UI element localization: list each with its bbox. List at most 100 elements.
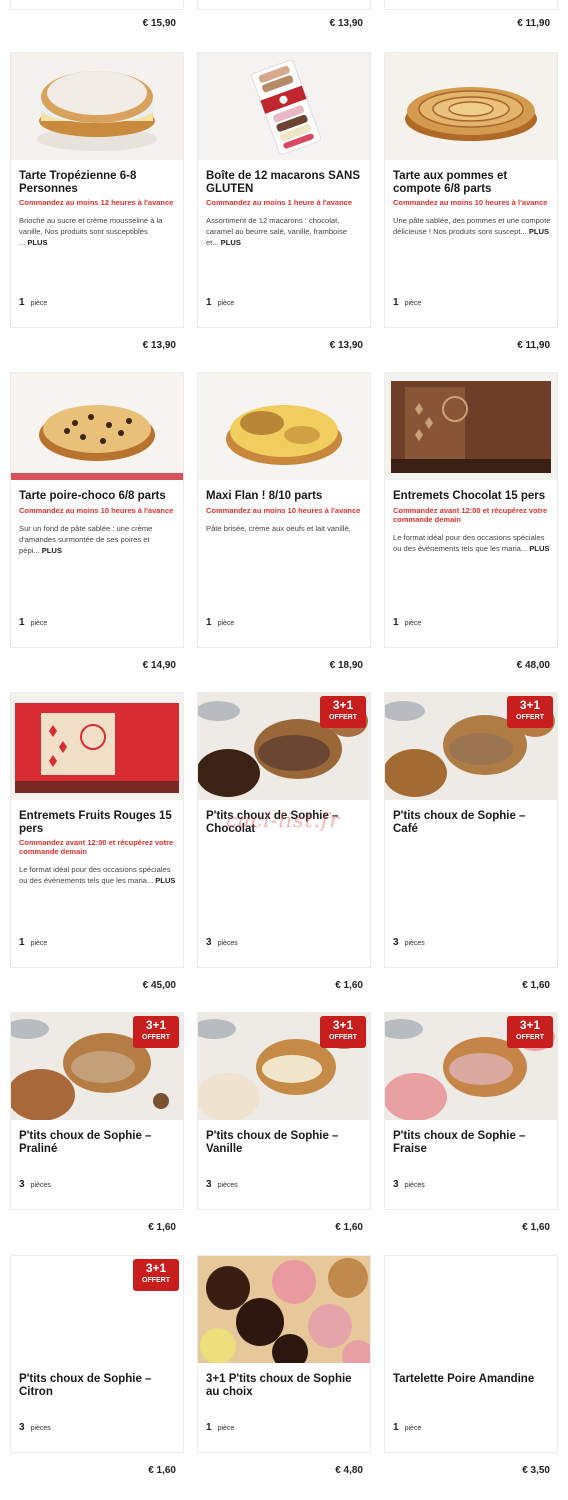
product-title[interactable]: Tarte poire-choco 6/8 parts [19, 490, 177, 503]
product-card[interactable]: Tarte Tropézienne 6-8 Personnes Commande… [10, 52, 184, 328]
product-card[interactable]: 3+1 OFFERT P'tits choux de Sophie – Citro… [10, 1255, 184, 1453]
quantity-selector[interactable]: 3 pièces [19, 1422, 51, 1433]
offer-badge: 3+1 OFFERT [320, 696, 366, 728]
product-image-choux-assortment[interactable] [198, 1256, 370, 1363]
product-description: Pâte brisée, crème aux oeufs et lait van… [206, 523, 364, 534]
product-card[interactable]: Tartelette Poire Amandine 1 pièce [384, 1255, 558, 1453]
product-title[interactable]: Maxi Flan ! 8/10 parts [206, 490, 364, 503]
product-image-choux-vanilla[interactable]: 3+1 OFFERT [198, 1013, 370, 1120]
product-price: € 13,90 [142, 340, 176, 351]
product-title[interactable]: P'tits choux de Sophie – Café [393, 810, 551, 835]
quantity-value: 3 [19, 1422, 25, 1433]
product-title[interactable]: Entremets Fruits Rouges 15 pers [19, 810, 177, 835]
quantity-selector[interactable]: 1 pièce [206, 617, 234, 628]
description-text: Sur un fond de pâte sablée : une crème d… [19, 523, 153, 555]
product-title[interactable]: P'tits choux de Sophie – Citron [19, 1373, 177, 1398]
product-price: € 1,60 [148, 1222, 176, 1233]
product-card[interactable]: Tarte poire-choco 6/8 parts Commandez au… [10, 372, 184, 648]
product-image-choux-coffee[interactable]: 3+1 OFFERT [385, 693, 557, 800]
quantity-unit: pièce [30, 940, 48, 947]
product-card[interactable]: Entremets Fruits Rouges 15 pers Commande… [10, 692, 184, 968]
product-image-choux-strawberry[interactable]: 3+1 OFFERT [385, 1013, 557, 1120]
quantity-selector[interactable]: 1 pièce [19, 617, 47, 628]
quantity-selector[interactable]: 3 pièces [19, 1179, 51, 1190]
product-card[interactable]: Boîte de 12 macarons SANS GLUTEN Command… [197, 52, 371, 328]
more-link[interactable]: PLUS [155, 876, 175, 885]
product-title[interactable]: Tartelette Poire Amandine [393, 1373, 551, 1386]
quantity-selector[interactable]: 1 pièce [206, 1422, 234, 1433]
previous-card-edge [384, 0, 558, 10]
product-title[interactable]: Entremets Chocolat 15 pers [393, 490, 551, 503]
quantity-unit: pièces [30, 1425, 51, 1432]
quantity-selector[interactable]: 3 pièces [206, 1179, 238, 1190]
quantity-selector[interactable]: 3 pièces [393, 937, 425, 948]
quantity-selector[interactable]: 3 pièces [206, 937, 238, 948]
quantity-unit: pièce [404, 300, 422, 307]
quantity-unit: pièce [217, 620, 235, 627]
more-link[interactable]: PLUS [27, 238, 47, 247]
product-title[interactable]: P'tits choux de Sophie – Fraise [393, 1130, 551, 1155]
product-grid: Tarte Tropézienne 6-8 Personnes Commande… [10, 52, 558, 1495]
product-title[interactable]: 3+1 P'tits choux de Sophie au choix [206, 1373, 364, 1398]
product-image-macaron-box[interactable] [198, 53, 370, 160]
quantity-selector[interactable]: 1 pièce [206, 297, 234, 308]
product-card[interactable]: Entremets Chocolat 15 pers Commandez ava… [384, 372, 558, 648]
product-image-red-fruit-entremets[interactable] [11, 693, 183, 800]
order-warning: Commandez au moins 10 heures à l'avance [19, 505, 174, 515]
product-card[interactable]: 3+1 OFFERT P'tits choux de Sophie – Vanil… [197, 1012, 371, 1210]
product-price: € 1,60 [148, 1465, 176, 1476]
order-warning: Commandez au moins 10 heures à l'avance [393, 198, 548, 207]
product-image-choux-chocolate[interactable]: 3+1 OFFERT [198, 693, 370, 800]
product-card[interactable]: 3+1 P'tits choux de Sophie au choix 1 piè… [197, 1255, 371, 1453]
offer-badge: 3+1 OFFERT [133, 1259, 179, 1291]
offer-badge-label: OFFERT [142, 1034, 170, 1041]
product-card[interactable]: Maxi Flan ! 8/10 parts Commandez au moin… [197, 372, 371, 648]
product-card[interactable]: 3+1 OFFERT P'tits choux de Sophie – Café … [384, 692, 558, 968]
more-link[interactable]: PLUS [42, 546, 62, 555]
product-title[interactable]: Tarte aux pommes et compote 6/8 parts [393, 170, 551, 195]
product-description: Assortiment de 12 macarons : chocolat, c… [206, 215, 364, 248]
product-image-chocolate-entremets[interactable] [385, 373, 557, 480]
product-image-choux-praline[interactable]: 3+1 OFFERT [11, 1013, 183, 1120]
product-title[interactable]: P'tits choux de Sophie – Praliné [19, 1130, 177, 1155]
product-title[interactable]: Boîte de 12 macarons SANS GLUTEN [206, 170, 364, 195]
product-image-tropezienne[interactable] [11, 53, 183, 160]
quantity-unit: pièce [217, 300, 235, 307]
order-warning: Commandez au moins 12 heures à l'avance [19, 198, 174, 207]
offer-badge: 3+1 OFFERT [320, 1016, 366, 1048]
product-price: € 4,80 [335, 1465, 363, 1476]
quantity-value: 1 [393, 297, 399, 308]
quantity-selector[interactable]: 1 pièce [393, 1422, 421, 1433]
more-link[interactable]: PLUS [529, 227, 549, 236]
offer-badge: 3+1 OFFERT [133, 1016, 179, 1048]
product-row: Tarte Tropézienne 6-8 Personnes Commande… [10, 52, 558, 372]
quantity-selector[interactable]: 3 pièces [393, 1179, 425, 1190]
quantity-value: 1 [19, 297, 25, 308]
offer-badge-label: OFFERT [142, 1277, 170, 1284]
quantity-value: 1 [206, 297, 212, 308]
quantity-selector[interactable]: 1 pièce [19, 297, 47, 308]
quantity-value: 3 [206, 937, 212, 948]
product-image-placeholder[interactable] [385, 1256, 557, 1363]
product-title[interactable]: Tarte Tropézienne 6-8 Personnes [19, 170, 177, 195]
product-image-placeholder[interactable]: 3+1 OFFERT [11, 1256, 183, 1363]
product-card[interactable]: Tarte aux pommes et compote 6/8 parts Co… [384, 52, 558, 328]
product-image-pear-choco-tart[interactable] [11, 373, 183, 480]
quantity-selector[interactable]: 1 pièce [393, 617, 421, 628]
quantity-selector[interactable]: 1 pièce [19, 937, 47, 948]
order-warning: Commandez avant 12:00 et récupérez votre… [19, 838, 174, 856]
product-description: Brioche au sucre et crème mousseline à l… [19, 215, 177, 248]
product-row: Entremets Fruits Rouges 15 pers Commande… [10, 692, 558, 1012]
product-image-apple-tart[interactable] [385, 53, 557, 160]
quantity-value: 1 [393, 617, 399, 628]
more-link[interactable]: PLUS [529, 544, 549, 553]
product-title[interactable]: P'tits choux de Sophie – Vanille [206, 1130, 364, 1155]
product-card[interactable]: 3+1 OFFERT P'tits choux de Sophie – Frais… [384, 1012, 558, 1210]
quantity-unit: pièces [30, 1182, 51, 1189]
quantity-unit: pièces [404, 1182, 425, 1189]
product-card[interactable]: 3+1 OFFERT P'tits choux de Sophie – Prali… [10, 1012, 184, 1210]
product-description: Une pâte sablée, des pommes et une compo… [393, 215, 551, 237]
product-image-flan[interactable] [198, 373, 370, 480]
more-link[interactable]: PLUS [221, 238, 241, 247]
quantity-selector[interactable]: 1 pièce [393, 297, 421, 308]
